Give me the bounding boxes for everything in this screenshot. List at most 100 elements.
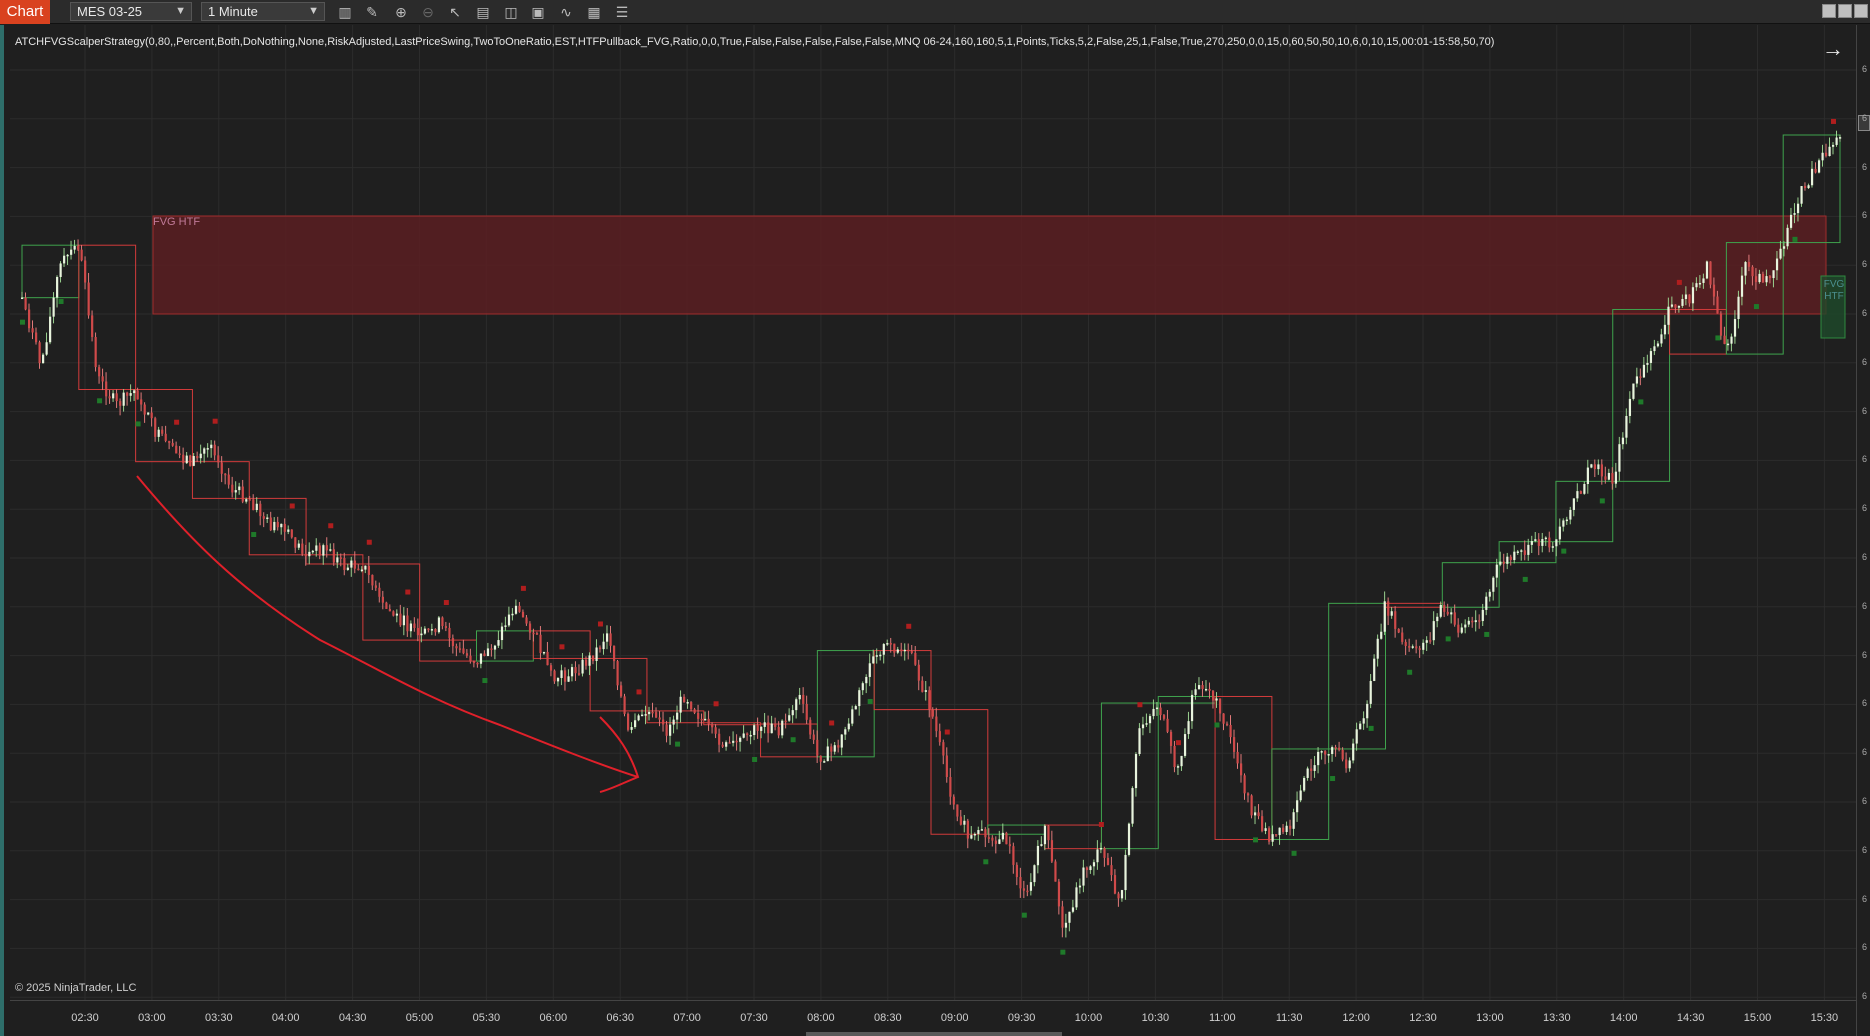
candle-body <box>1131 788 1134 824</box>
time-tick-label: 02:30 <box>71 1012 99 1024</box>
bar-type-icon[interactable]: ▥ <box>336 3 354 21</box>
price-chart-canvas[interactable] <box>0 25 1870 1036</box>
candle-body <box>472 661 476 664</box>
window-button-2[interactable] <box>1838 4 1852 18</box>
range-box <box>1157 695 1216 704</box>
candle-body <box>1562 520 1565 527</box>
swing-high-marker <box>212 418 218 424</box>
candle-body <box>763 722 766 727</box>
candle-body <box>1148 716 1152 724</box>
candle-body <box>1162 715 1166 719</box>
candle-body <box>914 652 917 665</box>
candle-body <box>704 718 707 721</box>
chevron-down-icon: ▼ <box>308 5 319 17</box>
candle-body <box>893 643 896 653</box>
candle-body <box>59 263 62 277</box>
candle-body <box>315 545 318 551</box>
candle-body <box>357 568 360 571</box>
candle-body <box>1779 248 1782 259</box>
candle-body <box>269 517 272 531</box>
candle-body <box>928 690 931 710</box>
swing-high-marker <box>405 589 411 595</box>
time-axis-line <box>10 1000 1856 1001</box>
templates-icon[interactable]: ▣ <box>529 3 547 21</box>
price-axis[interactable] <box>1856 25 1870 1036</box>
horizontal-scrollbar[interactable] <box>806 1032 1062 1036</box>
time-tick-label: 04:00 <box>271 1012 300 1024</box>
swing-low-marker <box>1561 548 1567 554</box>
zoom-in-icon[interactable]: ⊕ <box>392 3 410 21</box>
properties-icon[interactable]: ☰ <box>613 3 631 21</box>
candle-body <box>259 503 262 517</box>
candle-body <box>500 626 504 641</box>
candle-body <box>175 445 178 454</box>
window-button-3[interactable] <box>1854 4 1868 18</box>
swing-low-marker <box>983 859 989 865</box>
candle-body <box>115 393 118 402</box>
instrument-selector[interactable]: MES 03-25 ▼ <box>70 2 192 21</box>
candle-body <box>1071 907 1075 912</box>
candle-body <box>1667 306 1670 325</box>
candle-body <box>1839 137 1842 139</box>
candle-body <box>1096 849 1099 863</box>
price-tick-label: 6 <box>1862 161 1868 172</box>
candle-body <box>686 702 689 704</box>
candle-body <box>1233 737 1236 752</box>
candle-body <box>823 761 826 763</box>
candle-body <box>1695 283 1698 288</box>
candle-body <box>1803 186 1807 189</box>
swing-low-marker <box>1330 776 1336 782</box>
candle-body <box>1310 768 1313 771</box>
candle-body <box>1040 844 1043 846</box>
candle-body <box>798 694 801 700</box>
candle-body <box>833 745 836 752</box>
candle-body <box>1551 546 1554 548</box>
candle-body <box>742 733 745 738</box>
candle-body <box>185 455 188 464</box>
candle-body <box>157 429 160 437</box>
strategy-label: ATCHFVGScalperStrategy(0,80,,Percent,Bot… <box>15 36 1495 48</box>
candle-body <box>1113 875 1117 894</box>
candle-body <box>154 418 157 437</box>
indicators-icon[interactable]: ∿ <box>557 3 575 21</box>
candle-body <box>311 550 314 553</box>
candle-body <box>1565 519 1568 522</box>
window-button-1[interactable] <box>1822 4 1836 18</box>
candle-body <box>1376 638 1379 659</box>
candle-body <box>1313 765 1316 771</box>
price-tick-label: 6 <box>1862 405 1868 416</box>
candle-body <box>630 727 633 730</box>
drawing-tool-icon[interactable]: ✎ <box>363 3 381 21</box>
data-box-icon[interactable]: ▤ <box>474 3 492 21</box>
pointer-icon[interactable]: ↖ <box>446 3 464 21</box>
candle-body <box>770 723 773 734</box>
candle-body <box>1555 539 1558 547</box>
strategies-icon[interactable]: ▦ <box>585 3 603 21</box>
candle-body <box>1124 854 1127 891</box>
candle-body <box>1082 867 1085 886</box>
zoom-out-icon[interactable]: ⊖ <box>419 3 437 21</box>
candle-body <box>1120 890 1124 899</box>
chart-trader-icon[interactable]: ◫ <box>502 3 520 21</box>
candle-body <box>542 651 546 654</box>
time-tick-label: 14:00 <box>1609 1012 1638 1024</box>
candle-body <box>1331 747 1334 755</box>
candle-body <box>658 717 661 720</box>
candle-body <box>441 617 444 627</box>
candle-body <box>672 719 675 725</box>
candle-body <box>1092 862 1096 867</box>
candle-body <box>1618 444 1621 472</box>
candle-body <box>1043 825 1047 845</box>
candle-body <box>1481 609 1484 622</box>
candle-body <box>1635 376 1639 384</box>
range-box <box>987 824 1046 835</box>
candle-body <box>791 710 794 716</box>
candle-body <box>1327 754 1330 756</box>
candle-body <box>420 633 423 636</box>
candle-body <box>91 315 94 338</box>
candle-body <box>805 703 808 720</box>
right-arrow-icon[interactable]: → <box>1822 36 1844 62</box>
candle-body <box>1705 261 1709 279</box>
interval-selector[interactable]: 1 Minute ▼ <box>201 2 325 21</box>
chart-tab[interactable]: Chart <box>0 0 50 24</box>
